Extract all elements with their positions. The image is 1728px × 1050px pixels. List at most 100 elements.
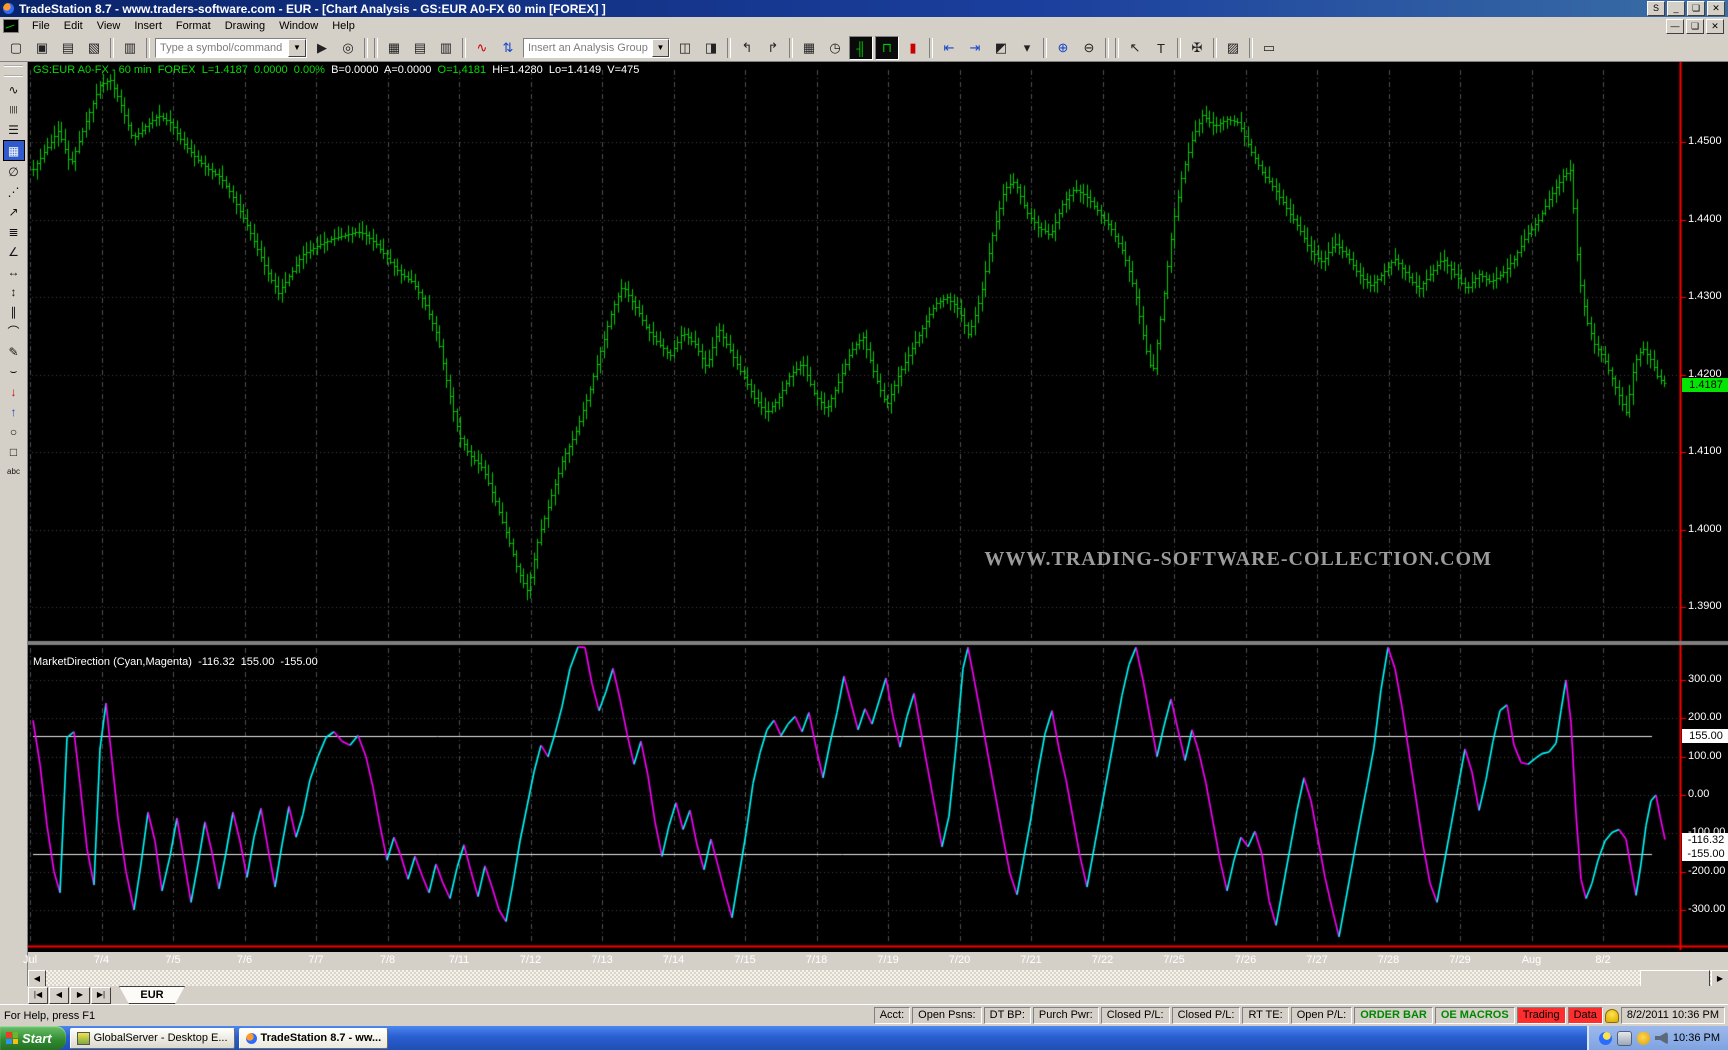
open-folder-icon[interactable]: ▤ [56,36,80,60]
start-button[interactable]: Start [0,1026,66,1050]
text-tool-icon[interactable]: T [1149,36,1173,60]
toolstrip-grip[interactable] [4,65,23,77]
chart-style-icon[interactable]: ◩ [989,36,1013,60]
toolbar-separator [374,38,378,58]
curve-icon[interactable]: ⌣ [4,362,24,381]
tradestation-tray-icon[interactable] [1599,1032,1612,1045]
network-tray-icon[interactable] [1617,1031,1632,1046]
date-axis-label: 7/20 [938,954,982,966]
gann-fan-icon[interactable]: ∠ [4,242,24,261]
chevron-down-icon[interactable]: ▼ [652,39,669,57]
save-analysis-icon[interactable]: ◫ [673,36,697,60]
new-document-icon[interactable]: ▢ [4,36,28,60]
command-line-icon[interactable]: ◎ [336,36,360,60]
down-arrow-icon[interactable]: ↓ [4,382,24,401]
cycle-arc-icon[interactable]: ⌒ [4,322,24,341]
menu-edit[interactable]: Edit [57,18,90,34]
up-arrow-icon[interactable]: ↑ [4,402,24,421]
workspace-grid-icon[interactable]: ▦ [382,36,406,60]
tab-eur[interactable]: EUR [119,986,185,1004]
decrease-spacing-icon[interactable]: ⇤ [937,36,961,60]
vertical-lines-icon[interactable]: |||| [4,100,24,119]
sort-arrows-icon[interactable]: ⇅ [496,36,520,60]
vertical-resize-icon[interactable]: ↕ [4,282,24,301]
toolbar-separator [1177,38,1181,58]
print-icon[interactable]: ▥ [118,36,142,60]
parallel-lines-icon[interactable]: ∥ [4,302,24,321]
tab-first-button[interactable]: |◀ [28,987,48,1004]
volume-tray-icon[interactable] [1655,1032,1668,1045]
tab-prev-button[interactable]: ◀ [49,987,69,1004]
pointer-icon[interactable]: ↖ [1123,36,1147,60]
menu-file[interactable]: File [25,18,57,34]
menu-help[interactable]: Help [325,18,362,34]
indicator-axis-label: 300.00 [1688,673,1728,685]
workspace-detail-icon[interactable]: ▥ [434,36,458,60]
radar-screen-icon[interactable]: ∿ [470,36,494,60]
task-tradestation[interactable]: TradeStation 8.7 - ww... [239,1028,389,1049]
date-axis-label: 7/11 [437,954,481,966]
menu-format[interactable]: Format [169,18,218,34]
fib-retracement-icon[interactable]: ≣ [4,222,24,241]
gann-circle-icon[interactable]: ∅ [4,162,24,181]
indicator-axis-label: 100.00 [1688,750,1728,762]
assistant-tray-icon[interactable] [1637,1032,1650,1045]
menu-drawing[interactable]: Drawing [218,18,272,34]
workspace-list-icon[interactable]: ▤ [408,36,432,60]
speed-fan-icon[interactable]: ⋰ [4,182,24,201]
chart-style-dropdown-icon[interactable]: ▾ [1015,36,1039,60]
chevron-down-icon[interactable]: ▼ [288,39,306,57]
rectangle-icon[interactable]: □ [4,442,24,461]
child-restore-button[interactable]: ❏ [1686,19,1704,34]
status-panel: DT BP: [984,1007,1031,1024]
order-bar-button[interactable]: ORDER BAR [1354,1007,1433,1024]
horizontal-resize-icon[interactable]: ↔ [4,262,24,281]
save-all-icon[interactable]: ▧ [82,36,106,60]
increase-spacing-icon[interactable]: ⇥ [963,36,987,60]
analysis-group-input[interactable]: Insert an Analysis Group▼ [523,38,670,58]
step-chart-icon[interactable]: ⊓ [875,36,899,60]
price-and-indicator-chart[interactable] [28,62,1728,952]
toolbar-separator [146,38,150,58]
pencil-icon[interactable]: ✎ [4,342,24,361]
menu-view[interactable]: View [90,18,128,34]
go-button-icon[interactable]: ▶ [310,36,334,60]
status-window-button[interactable]: S [1647,1,1665,16]
export-chart-icon[interactable]: ↰ [735,36,759,60]
price-axis-label: 1.4000 [1688,523,1728,535]
tab-next-button[interactable]: ▶ [70,987,90,1004]
save-workspace-icon[interactable]: ▣ [30,36,54,60]
close-button[interactable]: ✕ [1707,1,1725,16]
tray-clock[interactable]: 10:36 PM [1673,1032,1720,1044]
session-calendar-icon[interactable]: ▦ [797,36,821,60]
child-close-button[interactable]: ✕ [1706,19,1724,34]
format-analysis-icon[interactable]: ▨ [1221,36,1245,60]
zoom-in-icon[interactable]: ⊕ [1051,36,1075,60]
chat-icon[interactable]: ▭ [1257,36,1281,60]
symbol-input[interactable]: Type a symbol/command▼ [155,38,307,58]
task-globalserver[interactable]: GlobalServer - Desktop E... [70,1028,235,1049]
minimize-button[interactable]: _ [1667,1,1685,16]
save-macro-icon[interactable]: ◨ [699,36,723,60]
text-label-icon[interactable]: abc [4,462,24,481]
horizontal-lines-icon[interactable]: ☰ [4,120,24,139]
restore-button[interactable]: ❏ [1687,1,1705,16]
menu-window[interactable]: Window [272,18,325,34]
chart-window-icon[interactable] [3,19,19,33]
tab-last-button[interactable]: ▶| [91,987,111,1004]
time-frame-clock-icon[interactable]: ◷ [823,36,847,60]
child-minimize-button[interactable]: — [1666,19,1684,34]
alert-bell-icon[interactable] [1605,1009,1619,1023]
zoom-out-icon[interactable]: ⊖ [1077,36,1101,60]
oe-macros-button[interactable]: OE MACROS [1435,1007,1515,1024]
import-chart-icon[interactable]: ↱ [761,36,785,60]
bars-chart-icon[interactable]: ╢ [849,36,873,60]
ellipse-icon[interactable]: ○ [4,422,24,441]
horizontal-scrollbar[interactable]: ◀ ▶ [28,970,1728,986]
strategy-tools-icon[interactable]: ✠ [1185,36,1209,60]
calculator-icon[interactable]: ▦ [3,140,25,161]
menu-insert[interactable]: Insert [127,18,169,34]
alert-line-icon[interactable]: ↗ [4,202,24,221]
percent-lines-icon[interactable]: ∿ [4,80,24,99]
candle-chart-icon[interactable]: ▮ [901,36,925,60]
